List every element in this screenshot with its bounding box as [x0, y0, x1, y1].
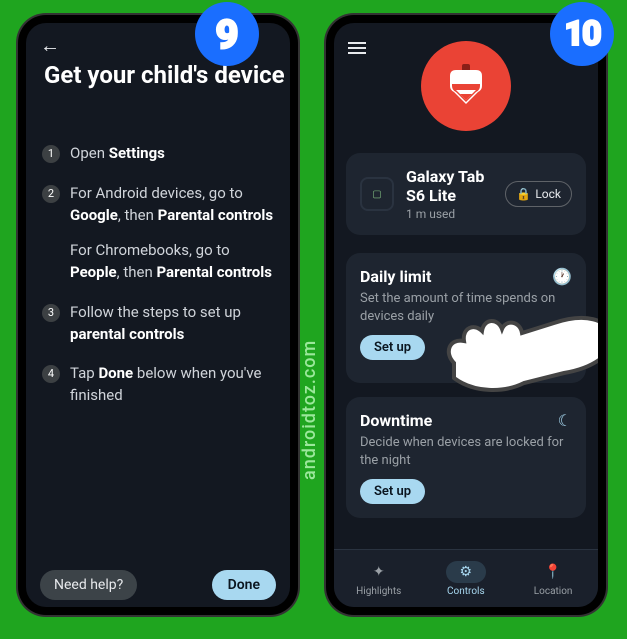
step-number: 4 — [42, 365, 60, 383]
nav-highlights-label: Highlights — [356, 586, 401, 597]
step-text: For Android devices, go to Google, then … — [70, 183, 274, 284]
daily-limit-desc: Set the amount of time spends on devices… — [360, 290, 572, 325]
page-title: Get your child's device — [44, 61, 285, 90]
nav-controls[interactable]: ⚙ Controls — [446, 561, 487, 597]
lock-icon: 🔒 — [516, 187, 531, 201]
nav-location-label: Location — [534, 586, 573, 597]
hamburger-menu-icon[interactable] — [348, 39, 366, 57]
lock-label: Lock — [535, 187, 561, 201]
daily-limit-title: Daily limit — [360, 267, 431, 286]
need-help-button[interactable]: Need help? — [40, 570, 137, 600]
steps-list: 1 Open Settings 2 For Android devices, go t… — [42, 143, 274, 425]
downtime-card: Downtime ☾ Decide when devices are locke… — [346, 397, 586, 518]
step-badge-10: 10 — [550, 2, 614, 66]
clock-icon: 🕐 — [552, 267, 572, 286]
tablet-icon: ▢ — [360, 177, 394, 211]
step-number: 2 — [42, 185, 60, 203]
downtime-title: Downtime — [360, 411, 432, 430]
phone-frame-right: ▢ Galaxy Tab S6 Lite 1 m used 🔒 Lock Dai… — [326, 15, 606, 615]
step-item: 3 Follow the steps to set up parental con… — [42, 302, 274, 346]
pin-icon: 📍 — [530, 561, 575, 583]
daily-limit-card: Daily limit 🕐 Set the amount of time spe… — [346, 253, 586, 383]
downtime-desc: Decide when devices are locked for the n… — [360, 434, 572, 469]
step-item: 4 Tap Done below when you've finished — [42, 363, 274, 407]
step-number: 1 — [42, 145, 60, 163]
step-item: 2 For Android devices, go to Google, then… — [42, 183, 274, 284]
back-arrow-icon[interactable]: ← — [40, 33, 60, 58]
sliders-icon: ⚙ — [446, 561, 487, 583]
step-number: 3 — [42, 304, 60, 322]
phone-frame-left: ← Get your child's device 1 Open Settings… — [18, 15, 298, 615]
step-badge-9: 9 — [195, 2, 259, 66]
step-item: 1 Open Settings — [42, 143, 274, 165]
screen-right: ▢ Galaxy Tab S6 Lite 1 m used 🔒 Lock Dai… — [334, 23, 598, 607]
watermark-text: androidtoz.com — [299, 340, 320, 480]
bottom-nav: ✦ Highlights ⚙ Controls 📍 Location — [334, 549, 598, 607]
nav-controls-label: Controls — [447, 586, 485, 597]
nav-location[interactable]: 📍 Location — [530, 561, 575, 597]
lock-button[interactable]: 🔒 Lock — [505, 181, 572, 207]
device-name: Galaxy Tab S6 Lite — [406, 167, 493, 205]
nav-highlights[interactable]: ✦ Highlights — [356, 561, 401, 597]
bottom-bar: Need help? Done — [26, 563, 290, 607]
device-card: ▢ Galaxy Tab S6 Lite 1 m used 🔒 Lock — [346, 153, 586, 235]
step-text: Follow the steps to set up parental cont… — [70, 302, 274, 346]
device-usage: 1 m used — [406, 207, 493, 221]
daily-limit-setup-button[interactable]: Set up — [360, 335, 425, 360]
downtime-setup-button[interactable]: Set up — [360, 479, 425, 504]
sparkle-icon: ✦ — [359, 561, 399, 583]
step-text: Open Settings — [70, 143, 165, 165]
done-button[interactable]: Done — [212, 570, 276, 600]
step-text: Tap Done below when you've finished — [70, 363, 274, 407]
screen-left: ← Get your child's device 1 Open Settings… — [26, 23, 290, 607]
spinning-top-icon — [421, 41, 511, 131]
moon-icon: ☾ — [558, 411, 572, 430]
